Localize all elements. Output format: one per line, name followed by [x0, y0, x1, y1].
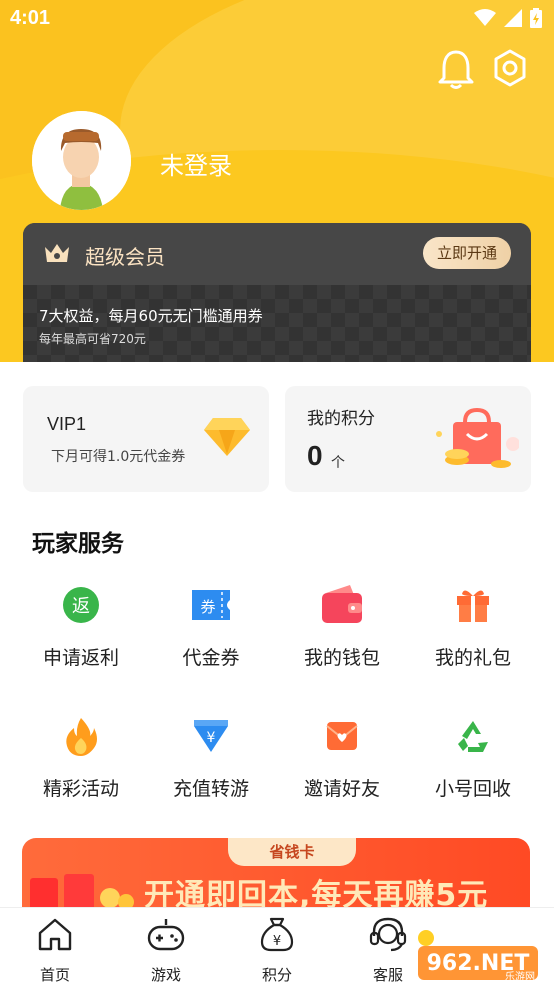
services-title: 玩家服务 [32, 531, 124, 557]
fire-icon [59, 714, 103, 758]
svg-text:¥: ¥ [273, 934, 281, 949]
points-bag-icon: ¥ [222, 916, 332, 952]
savings-card-tag: 省钱卡 [228, 838, 356, 866]
vip-saving-text: 每年最高可省720元 [39, 332, 146, 346]
rebate-icon: 返 [59, 583, 103, 627]
service-label: 充值转游 [172, 778, 249, 800]
tab-games[interactable]: 游戏 [111, 916, 221, 984]
tab-label: 积分 [261, 966, 292, 984]
svg-text:券: 券 [200, 598, 215, 616]
recharge-icon: ¥ [189, 714, 233, 758]
voucher-icon: 券 [189, 583, 233, 627]
service-label: 我的礼包 [434, 647, 511, 669]
service-label: 代金券 [182, 647, 240, 669]
svg-text:返: 返 [72, 596, 90, 617]
red-envelope-decoration [30, 874, 134, 910]
bell-icon[interactable] [436, 48, 476, 90]
my-points-card[interactable]: 我的积分 0 个 [285, 386, 531, 492]
tab-home[interactable]: 首页 [0, 916, 110, 984]
tab-points[interactable]: ¥ 积分 [222, 916, 332, 984]
points-title: 我的积分 [307, 409, 375, 429]
savings-card-banner[interactable]: 省钱卡 开通即回本,每天再赚5元 [22, 838, 530, 910]
activate-vip-button[interactable]: 立即开通 [422, 237, 511, 269]
tab-label: 游戏 [150, 966, 181, 984]
savings-card-slogan: 开通即回本,每天再赚5元 [144, 878, 489, 910]
invite-icon [320, 714, 364, 758]
diamond-icon [204, 418, 250, 456]
gift-icon [451, 583, 495, 627]
profile-header: 4:01 未登录 超级会员 立即开通 7大权益，每月60元无门槛通用券 每年最高… [0, 0, 554, 362]
service-events[interactable]: 精彩活动 [16, 714, 146, 801]
service-label: 精彩活动 [42, 778, 119, 800]
status-time: 4:01 [10, 7, 51, 29]
super-member-card[interactable]: 超级会员 立即开通 7大权益，每月60元无门槛通用券 每年最高可省720元 [23, 223, 531, 362]
battery-icon [530, 8, 542, 28]
status-bar: 4:01 [0, 0, 554, 38]
vip-level: VIP1 [47, 414, 87, 434]
vip-benefit-text: 7大权益，每月60元无门槛通用券 [39, 307, 263, 325]
service-account-recycle[interactable]: 小号回收 [408, 714, 538, 801]
points-unit: 个 [331, 455, 345, 471]
login-prompt[interactable]: 未登录 [160, 146, 232, 181]
signal-icon [504, 9, 522, 27]
crown-icon [45, 244, 69, 262]
svg-text:乐游网: 乐游网 [505, 970, 535, 982]
avatar-illustration [32, 111, 131, 210]
service-voucher[interactable]: 券 代金券 [146, 583, 276, 670]
vip-title: 超级会员 [85, 245, 165, 269]
avatar[interactable] [32, 111, 131, 210]
service-wallet[interactable]: 我的钱包 [277, 583, 407, 670]
site-watermark: 962.NET 乐游网 [418, 930, 538, 982]
service-label: 小号回收 [434, 778, 511, 800]
recycle-icon [451, 714, 495, 758]
gamepad-icon [111, 916, 221, 952]
service-apply-rebate[interactable]: 返 申请返利 [16, 583, 146, 670]
home-icon [0, 916, 110, 952]
wallet-icon [320, 583, 364, 627]
svg-text:¥: ¥ [207, 730, 216, 746]
service-label: 邀请好友 [303, 778, 380, 800]
shopping-bag-icon [436, 407, 519, 468]
vip-level-desc: 下月可得1.0元代金券 [51, 449, 186, 465]
service-gift-pack[interactable]: 我的礼包 [408, 583, 538, 670]
service-invite-friends[interactable]: 邀请好友 [277, 714, 407, 801]
points-value: 0 [307, 440, 323, 471]
tab-label: 首页 [39, 966, 70, 984]
gear-icon[interactable] [490, 48, 530, 90]
service-label: 我的钱包 [303, 647, 380, 669]
vip-level-card[interactable]: VIP1 下月可得1.0元代金券 [23, 386, 269, 492]
service-label: 申请返利 [42, 647, 119, 669]
service-recharge-transfer[interactable]: ¥ 充值转游 [146, 714, 276, 801]
wifi-icon [474, 9, 496, 26]
